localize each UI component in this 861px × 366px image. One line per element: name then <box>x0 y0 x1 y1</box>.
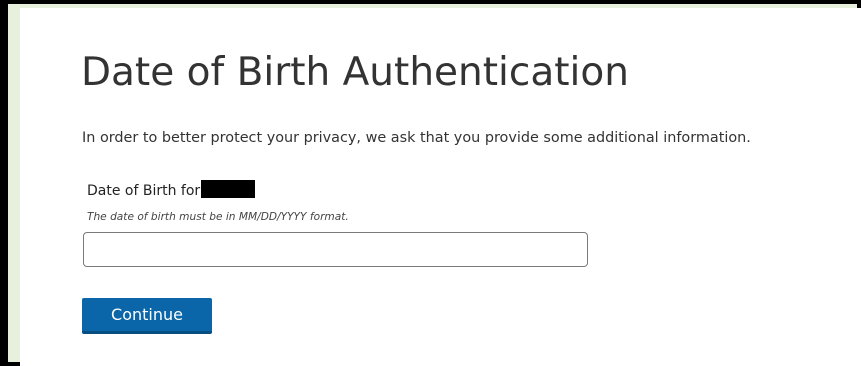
dob-format-hint: The date of birth must be in MM/DD/YYYY … <box>87 211 349 223</box>
dob-input[interactable] <box>83 232 588 267</box>
intro-text: In order to better protect your privacy,… <box>82 130 751 146</box>
auth-panel: Date of Birth Authentication In order to… <box>20 8 861 366</box>
window-frame: Date of Birth Authentication In order to… <box>0 0 861 366</box>
dob-label: Date of Birth for <box>87 183 201 199</box>
continue-button[interactable]: Continue <box>82 298 212 334</box>
redacted-name <box>201 180 256 198</box>
dob-label-row: Date of Birth for <box>87 180 256 199</box>
page-title: Date of Birth Authentication <box>81 50 629 95</box>
